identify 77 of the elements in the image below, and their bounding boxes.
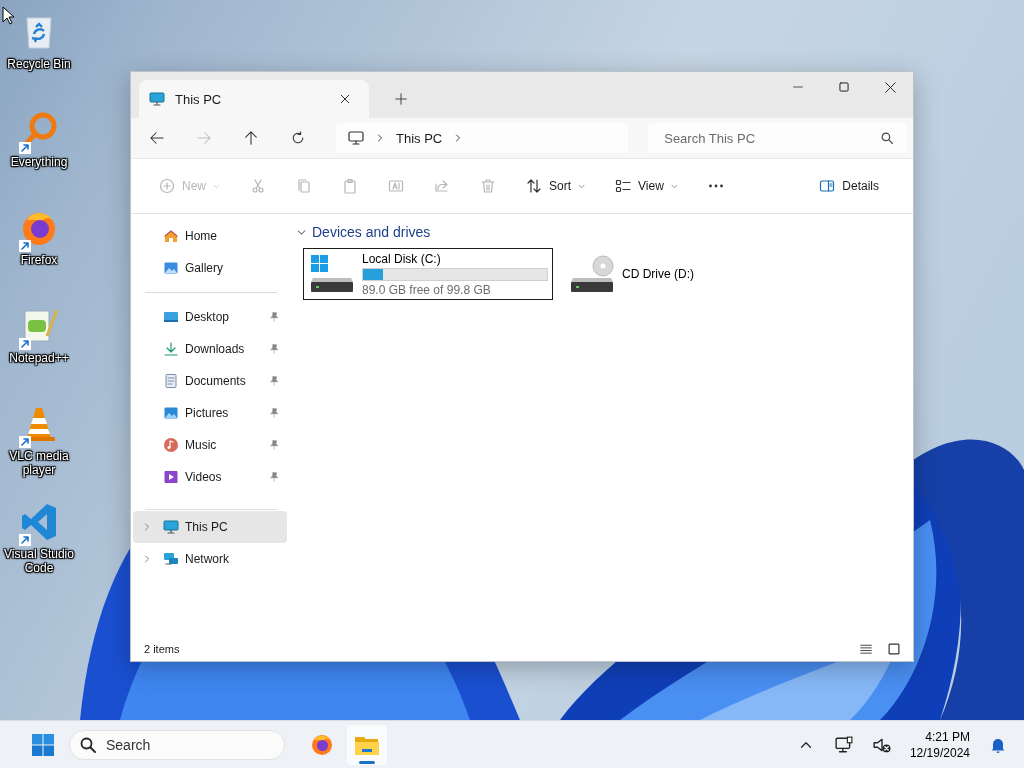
mouse-pointer-icon [2, 6, 14, 25]
cd-drive-icon [570, 254, 614, 294]
forward-arrow-icon [196, 131, 211, 145]
drive-icon [310, 254, 354, 294]
chevron-down-icon [578, 182, 586, 190]
taskbar-app-button[interactable] [347, 724, 387, 765]
monitor-icon [348, 130, 364, 146]
share-icon [434, 178, 450, 194]
bell-icon [990, 736, 1006, 753]
back-arrow-icon [149, 131, 164, 145]
chevron-down-icon [297, 227, 306, 237]
rename-icon [388, 178, 404, 194]
sort-icon [526, 178, 542, 194]
drive-name: CD Drive (D:) [622, 267, 695, 281]
monitor-icon [163, 519, 179, 535]
scissors-icon [250, 178, 266, 194]
clipboard-icon [342, 178, 358, 194]
sidebar-item[interactable]: This PC [133, 511, 287, 543]
sidebar-item[interactable]: Network [133, 543, 287, 575]
network-icon [163, 551, 179, 567]
sidebar-item[interactable]: Downloads [133, 333, 287, 365]
list-view-icon [615, 178, 632, 194]
list-icon [860, 643, 872, 655]
tiles-icon [888, 643, 900, 655]
download-icon [163, 341, 179, 357]
free-space-text: 89.0 GB free of 99.8 GB [362, 282, 492, 297]
breadcrumb-item[interactable]: This PC [396, 130, 443, 146]
sidebar-item[interactable]: Videos [133, 461, 287, 493]
network-monitor-icon [834, 735, 853, 754]
sort-button[interactable]: Sort [518, 170, 594, 202]
plus-circle-icon [159, 178, 175, 194]
globe-icon [310, 732, 334, 757]
tab[interactable]: This PC [139, 80, 369, 118]
music-icon [163, 437, 179, 453]
details-button[interactable]: Details [811, 170, 887, 202]
sidebar-item[interactable]: Gallery [133, 252, 287, 284]
windows-logo-icon [31, 732, 55, 757]
maximize-icon [839, 82, 849, 92]
chevron-right-icon [143, 523, 151, 531]
search-icon [80, 736, 96, 753]
picture-icon [163, 405, 179, 421]
drive-tile[interactable]: CD Drive (D:) [563, 248, 813, 300]
copy-icon [296, 178, 312, 194]
sidebar-item[interactable]: Documents [133, 365, 287, 397]
drive-name: Local Disk (C:) [362, 251, 442, 266]
taskbar-search-field[interactable]: Search [69, 729, 285, 760]
view-button[interactable]: View [607, 170, 686, 202]
chevron-right-icon [454, 134, 463, 142]
clock[interactable]: 4:21 PM 12/19/2024 [905, 728, 974, 761]
up-arrow-icon [244, 131, 259, 145]
drive-tile[interactable]: Local Disk (C:) 89.0 GB free of 99.8 GB [303, 248, 553, 300]
video-icon [163, 469, 179, 485]
code-editor-icon [19, 502, 59, 542]
details-pane-icon [819, 178, 836, 194]
trash-icon [480, 178, 496, 194]
item-count: 2 items [144, 643, 181, 655]
refresh-icon [291, 131, 306, 145]
sidebar-item[interactable]: Music [133, 429, 287, 461]
close-icon [884, 81, 896, 93]
sidebar-item[interactable]: Home [133, 220, 287, 252]
desktop-icon [163, 309, 179, 325]
home-icon [163, 228, 179, 244]
sidebar-item[interactable]: Pictures [133, 397, 287, 429]
address-bar[interactable]: This PC [336, 123, 629, 153]
search-icon [881, 132, 894, 144]
section-header[interactable]: Devices and drives [297, 220, 431, 244]
plus-icon [395, 93, 407, 105]
document-icon [163, 373, 179, 389]
chevron-right-icon [376, 134, 384, 142]
chevron-down-icon [213, 182, 220, 190]
gallery-icon [163, 260, 179, 276]
search-field[interactable]: Search This PC [648, 123, 908, 153]
chevron-right-icon [143, 555, 151, 563]
chevron-down-icon [670, 182, 678, 190]
monitor-icon [149, 91, 165, 107]
close-icon [340, 94, 350, 104]
sidebar-item[interactable]: Desktop [133, 301, 287, 333]
